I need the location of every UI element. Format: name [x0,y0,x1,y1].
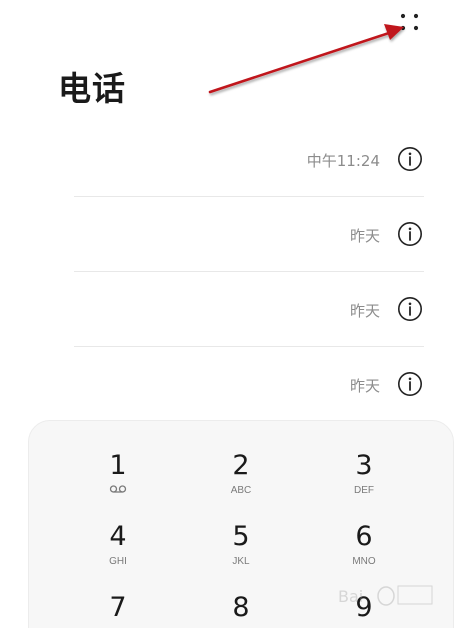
call-log-list: 中午11:24 昨天 昨天 昨天 [0,122,456,422]
dialpad-key-9[interactable]: 9 [319,593,409,628]
key-letters: GHI [109,556,127,567]
key-letters: DEF [354,485,374,496]
key-digit: 6 [355,521,373,552]
dialpad-key-3[interactable]: 3 DEF [319,451,409,513]
dialpad-key-6[interactable]: 6 MNO [319,522,409,584]
voicemail-icon [109,485,127,493]
dialpad-key-1[interactable]: 1 [73,451,163,513]
dialpad-key-7[interactable]: 7 [73,593,163,628]
call-info-button[interactable] [397,296,423,322]
info-icon [398,147,422,171]
key-digit: 1 [109,450,127,481]
call-log-item[interactable]: 昨天 [0,272,456,347]
call-log-item[interactable]: 昨天 [0,347,456,422]
info-icon [398,297,422,321]
call-time: 昨天 [349,302,380,320]
key-digit: 4 [109,521,127,552]
key-letters: MNO [352,556,376,567]
call-info-button[interactable] [397,146,423,172]
dialpad-key-8[interactable]: 8 [196,593,286,628]
dialpad-key-2[interactable]: 2 ABC [196,451,286,513]
more-dots-icon [400,13,419,31]
dialpad: 1 2 ABC 3 DEF 4 GHI 5 JKL 6 MNO 7 8 9 [28,420,454,628]
info-icon [398,372,422,396]
dialpad-key-4[interactable]: 4 GHI [73,522,163,584]
call-info-button[interactable] [397,371,423,397]
key-digit: 2 [232,450,250,481]
call-time: 昨天 [349,227,380,245]
call-info-button[interactable] [397,221,423,247]
key-digit: 9 [355,592,373,623]
page-title: 电话 [58,69,126,108]
phone-app-screen: 电话 中午11:24 昨天 昨天 昨天 1 2 ABC 3 DEF 4 GHI … [0,0,456,628]
info-icon [398,222,422,246]
key-digit: 8 [232,592,250,623]
more-options-button[interactable] [393,8,427,42]
key-digit: 3 [355,450,373,481]
call-time: 中午11:24 [306,152,380,170]
call-log-item[interactable]: 昨天 [0,197,456,272]
dialpad-key-5[interactable]: 5 JKL [196,522,286,584]
key-digit: 7 [109,592,127,623]
key-letters: JKL [232,556,250,567]
key-letters: ABC [230,485,252,496]
key-digit: 5 [232,521,250,552]
call-time: 昨天 [349,377,380,395]
call-log-item[interactable]: 中午11:24 [0,122,456,197]
